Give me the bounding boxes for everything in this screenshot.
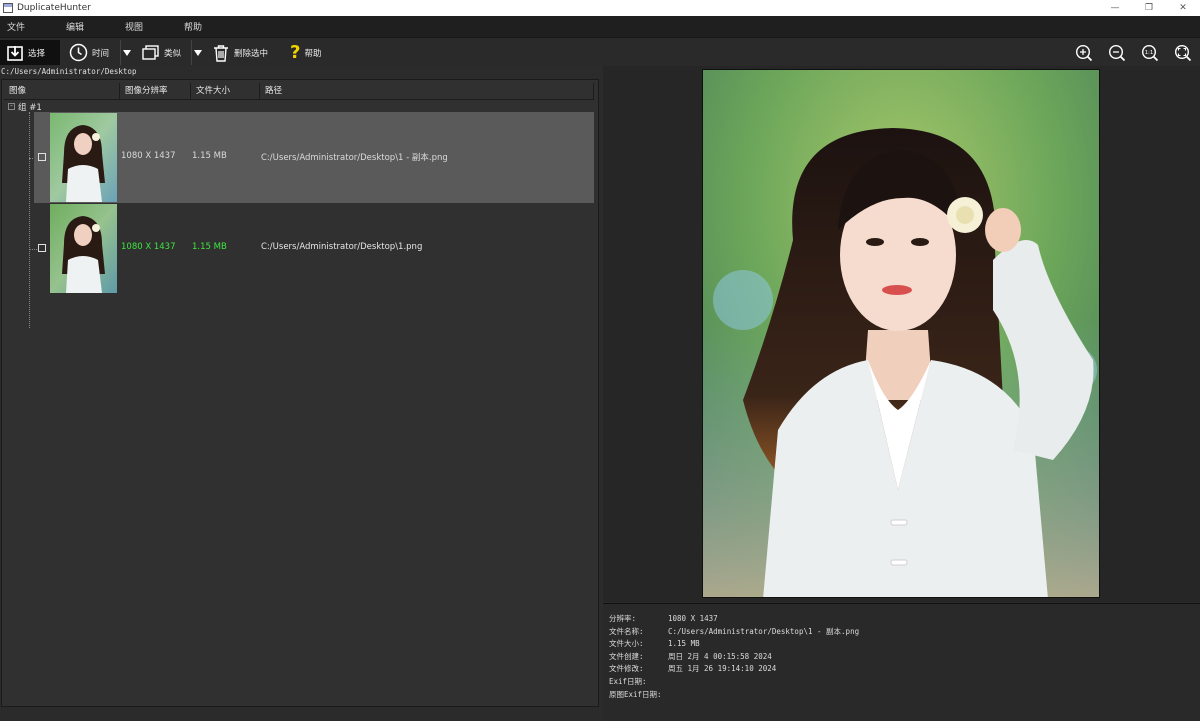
trash-icon <box>214 44 228 62</box>
time-button[interactable]: 时间 <box>63 40 119 65</box>
column-image[interactable]: 图像 <box>4 83 120 100</box>
menu-view[interactable]: 视图 <box>125 20 143 33</box>
similar-button[interactable]: 类似 <box>135 40 189 65</box>
actual-size-text: 1:1 <box>1145 50 1154 56</box>
select-button[interactable]: 选择 <box>0 40 60 65</box>
info-modified: 文件修改: 周五 1月 26 19:14:10 2024 <box>609 664 777 673</box>
table-row[interactable]: 1080 X 1437 1.15 MB C:/Users/Administrat… <box>34 112 594 203</box>
info-file-size: 文件大小: 1.15 MB <box>609 639 700 648</box>
delete-selected-label: 删除选中 <box>234 48 269 59</box>
help-icon: ? <box>290 41 301 63</box>
toolbar: 选择 时间 类似 删除选中 ? 帮助 1:1 <box>0 39 1200 66</box>
results-panel: 图像 图像分辨率 文件大小 路径 - 组 #1 1080 X 1437 1.15… <box>1 79 599 707</box>
caret-down-icon <box>193 49 202 56</box>
actual-size-button[interactable]: 1:1 <box>1140 43 1160 63</box>
zoom-in-icon <box>1075 44 1093 62</box>
close-button[interactable]: ✕ <box>1166 0 1200 16</box>
delete-selected-button[interactable]: 删除选中 <box>206 40 274 65</box>
info-exif-date: Exif日期: <box>609 677 647 686</box>
thumbnail-image <box>50 113 117 202</box>
row-checkbox[interactable] <box>38 153 46 161</box>
row-checkbox[interactable] <box>38 244 46 252</box>
info-file-name: 文件名称: C:/Users/Administrator/Desktop\1 - … <box>609 627 860 636</box>
zoom-out-icon <box>1108 44 1126 62</box>
menu-file[interactable]: 文件 <box>7 20 25 33</box>
help-label: 帮助 <box>304 48 322 59</box>
fit-window-icon <box>1174 44 1192 62</box>
app-icon <box>3 3 13 13</box>
info-created: 文件创建: 周日 2月 4 00:15:58 2024 <box>609 652 772 661</box>
window-title: DuplicateHunter <box>17 3 91 13</box>
row-file-size: 1.15 MB <box>192 242 227 252</box>
row-path: C:/Users/Administrator/Desktop\1 - 副本.pn… <box>261 153 448 163</box>
thumbnail-image <box>50 204 117 293</box>
info-resolution: 分辨率: 1080 X 1437 <box>609 614 718 623</box>
row-resolution: 1080 X 1437 <box>121 242 176 252</box>
table-row[interactable]: 1080 X 1437 1.15 MB C:/Users/Administrat… <box>34 203 594 294</box>
group-node[interactable]: - 组 #1 <box>8 101 42 113</box>
fit-window-button[interactable] <box>1173 43 1193 63</box>
actual-size-icon: 1:1 <box>1141 44 1159 62</box>
clock-icon <box>69 43 88 62</box>
caret-down-icon <box>122 49 131 56</box>
menu-bar: 文件 编辑 视图 帮助 <box>0 16 1200 38</box>
zoom-out-button[interactable] <box>1107 43 1127 63</box>
row-path: C:/Users/Administrator/Desktop\1.png <box>261 242 423 252</box>
column-path[interactable]: 路径 <box>260 83 594 100</box>
select-icon <box>7 45 23 61</box>
help-button[interactable]: ? 帮助 <box>284 40 334 65</box>
tree-line <box>29 112 30 328</box>
info-original-exif-date: 原图Exif日期: <box>609 690 662 699</box>
restore-button[interactable]: ❐ <box>1132 0 1166 16</box>
file-info-panel: 分辨率: 1080 X 1437 文件名称: C:/Users/Administra… <box>603 603 1200 721</box>
group-label: 组 #1 <box>18 102 42 113</box>
similar-icon <box>142 44 159 60</box>
group-expander[interactable]: - <box>8 103 15 110</box>
select-label: 选择 <box>28 48 46 59</box>
similar-label: 类似 <box>164 48 182 59</box>
column-file-size[interactable]: 文件大小 <box>191 83 260 100</box>
preview-image[interactable] <box>702 69 1100 598</box>
similar-dropdown[interactable] <box>191 40 203 65</box>
time-dropdown[interactable] <box>120 40 132 65</box>
current-path: C:/Users/Administrator/Desktop <box>1 67 137 76</box>
zoom-in-button[interactable] <box>1074 43 1094 63</box>
menu-edit[interactable]: 编辑 <box>66 20 84 33</box>
time-label: 时间 <box>92 48 110 59</box>
title-bar: DuplicateHunter — ❐ ✕ <box>0 0 1200 16</box>
row-resolution: 1080 X 1437 <box>121 151 176 161</box>
column-resolution[interactable]: 图像分辨率 <box>120 83 191 100</box>
preview-panel <box>603 66 1200 602</box>
minimize-button[interactable]: — <box>1098 0 1132 16</box>
row-file-size: 1.15 MB <box>192 151 227 161</box>
menu-help[interactable]: 帮助 <box>184 20 202 33</box>
column-header: 图像 图像分辨率 文件大小 路径 <box>4 83 594 100</box>
